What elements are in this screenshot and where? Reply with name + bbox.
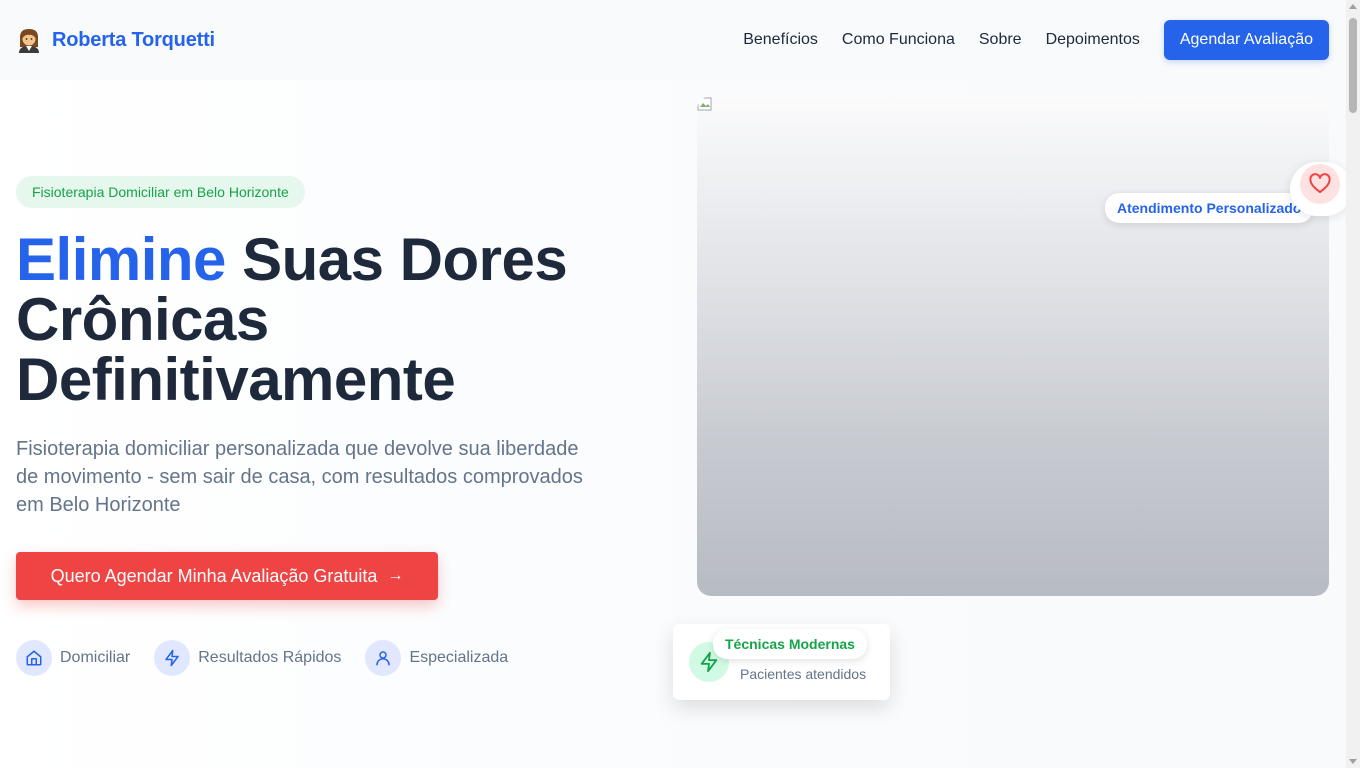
stat-label: Pacientes atendidos — [740, 666, 867, 682]
lightning-icon — [154, 640, 191, 676]
feature-item: Especializada — [365, 640, 508, 676]
nav-link-beneficios[interactable]: Benefícios — [743, 31, 818, 49]
headline-part-1: Suas Dores — [225, 226, 568, 293]
headline-accent: Elimine — [16, 226, 226, 293]
headline-part-2: Crônicas — [16, 286, 269, 353]
user-icon — [365, 640, 402, 676]
broken-image-icon — [697, 97, 712, 111]
brand-name: Roberta Torquetti — [52, 28, 215, 51]
heart-badge — [1290, 162, 1352, 216]
headline-part-3: Definitivamente — [16, 346, 456, 413]
brand[interactable]: Roberta Torquetti — [16, 27, 215, 53]
schedule-evaluation-button[interactable]: Agendar Avaliação — [1163, 20, 1329, 60]
free-evaluation-button[interactable]: Quero Agendar Minha Avaliação Gratuita → — [16, 552, 438, 600]
modern-techniques-pill: Técnicas Modernas — [713, 629, 867, 659]
personalized-care-pill: Atendimento Personalizado — [1105, 193, 1314, 223]
cta-label: Quero Agendar Minha Avaliação Gratuita — [50, 565, 378, 586]
nav-link-sobre[interactable]: Sobre — [979, 31, 1022, 49]
feature-list: Domiciliar Resultados Rápidos Especializ… — [16, 640, 532, 676]
scroll-up-icon[interactable] — [1349, 4, 1357, 9]
feature-label: Resultados Rápidos — [198, 649, 342, 666]
heart-icon — [1300, 164, 1340, 204]
feature-item: Resultados Rápidos — [154, 640, 341, 676]
hero-subtitle: Fisioterapia domiciliar personalizada qu… — [16, 438, 583, 516]
person-emoji-icon — [19, 29, 39, 53]
vertical-scrollbar[interactable] — [1346, 0, 1360, 768]
feature-label: Domiciliar — [60, 649, 131, 666]
site-header: Roberta Torquetti Benefícios Como Funcio… — [0, 0, 1346, 80]
feature-label: Especializada — [409, 649, 509, 666]
main-nav: Benefícios Como Funciona Sobre Depoiment… — [743, 20, 1329, 60]
scrollbar-thumb[interactable] — [1349, 18, 1357, 113]
feature-item: Domiciliar — [16, 640, 130, 676]
nav-link-depoimentos[interactable]: Depoimentos — [1046, 31, 1140, 49]
nav-link-como-funciona[interactable]: Como Funciona — [842, 31, 955, 49]
scroll-down-icon[interactable] — [1349, 759, 1357, 764]
hero-headline: Elimine Suas Dores Crônicas Definitivame… — [16, 230, 656, 410]
arrow-right-icon: → — [387, 567, 404, 584]
home-icon — [16, 640, 52, 676]
hero-image — [697, 96, 1329, 596]
location-badge: Fisioterapia Domiciliar em Belo Horizont… — [16, 176, 305, 208]
